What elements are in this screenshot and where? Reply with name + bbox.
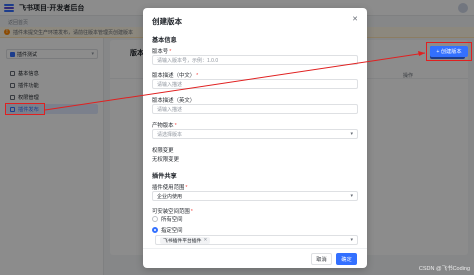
close-icon[interactable]: ✕ [352, 15, 358, 23]
dialog-title: 创建版本 [152, 17, 182, 26]
scope-label: 插件使用范围* [152, 183, 187, 191]
prod-version-placeholder: 请选择版本 [157, 131, 183, 138]
chevron-down-icon: ▾ [350, 193, 353, 199]
version-input[interactable]: 请输入版本号，示例：1.0.0 [152, 55, 358, 65]
scope-value: 企业内使用 [157, 193, 183, 200]
confirm-button[interactable]: 确定 [336, 253, 357, 265]
confirm-label: 确定 [341, 256, 352, 263]
section-basic-info: 基本信息 [152, 37, 177, 44]
create-version-button-highlight[interactable]: + 创建版本 [430, 46, 468, 57]
chevron-down-icon: ▾ [350, 237, 353, 243]
perm-change-value: 无权限变更 [152, 157, 179, 163]
desc-en-label: 版本描述（英文） [152, 98, 196, 104]
prod-version-select[interactable]: 请选择版本 ▾ [152, 129, 358, 139]
radio-specified-label: 指定空间 [161, 228, 183, 234]
scope-select[interactable]: 企业内使用 ▾ [152, 191, 358, 201]
space-label: 可安装空间范围* [152, 207, 193, 215]
radio-specified-space[interactable]: 指定空间 [152, 226, 183, 234]
radio-button[interactable] [152, 216, 158, 222]
dialog-footer: 取消 确定 [143, 248, 367, 268]
desc-zh-placeholder: 请输入描述 [157, 81, 183, 88]
cancel-button[interactable]: 取消 [311, 253, 332, 265]
space-tag-label: 飞书插件平台插件 [163, 238, 202, 244]
desc-zh-label: 版本描述（中文）* [152, 71, 198, 79]
create-version-highlight-label: + 创建版本 [436, 49, 462, 55]
desc-zh-input[interactable]: 请输入描述 [152, 79, 358, 89]
required-mark: * [190, 209, 193, 215]
version-label: 版本号* [152, 47, 171, 55]
desc-en-input[interactable]: 请输入描述 [152, 104, 358, 114]
perm-change-label: 权限变更 [152, 148, 174, 154]
chevron-down-icon: ▾ [350, 131, 353, 137]
space-multiselect[interactable]: 飞书插件平台插件 ✕ ▾ [155, 235, 358, 245]
radio-all-label: 所有空间 [161, 217, 183, 223]
cancel-label: 取消 [316, 256, 327, 263]
section-share: 插件共享 [152, 173, 177, 180]
desc-en-placeholder: 请输入描述 [157, 106, 183, 113]
create-version-dialog: 创建版本 ✕ 基本信息 版本号* 请输入版本号，示例：1.0.0 版本描述（中文… [143, 8, 367, 268]
space-tag: 飞书插件平台插件 ✕ [160, 236, 211, 244]
tag-close-icon[interactable]: ✕ [203, 238, 207, 243]
prod-version-label: 产物版本* [152, 121, 177, 129]
radio-all-spaces[interactable]: 所有空间 [152, 215, 183, 223]
version-placeholder: 请输入版本号，示例：1.0.0 [157, 57, 219, 64]
radio-button-selected[interactable] [152, 227, 158, 233]
